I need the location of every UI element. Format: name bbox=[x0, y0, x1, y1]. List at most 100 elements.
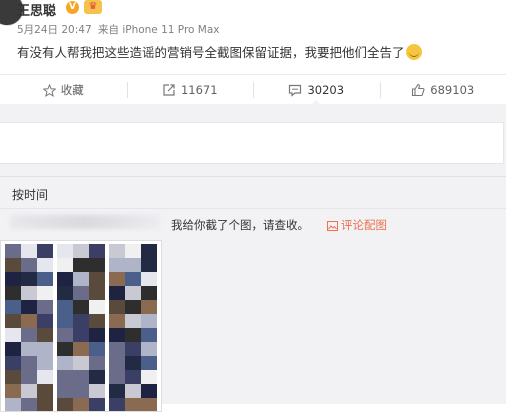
thumbnail-tile bbox=[141, 272, 157, 286]
thumbnail-tile bbox=[141, 286, 157, 300]
thumbnail-tile bbox=[57, 300, 73, 314]
thumbnail-tile bbox=[37, 342, 53, 356]
repost-button[interactable]: 11671 bbox=[127, 75, 254, 105]
comment-item: 我给你截了个图，请查收。 评论配图 bbox=[0, 208, 506, 405]
thumbnail-tile bbox=[5, 314, 21, 328]
thumbnail-tile bbox=[21, 384, 37, 398]
post-date[interactable]: 5月24日 20:47 bbox=[17, 24, 92, 36]
verified-badge-icon: V bbox=[66, 1, 79, 14]
sort-row: 按时间 bbox=[0, 176, 506, 206]
thumbnail-tile bbox=[5, 272, 21, 286]
thumbnail-tile bbox=[125, 258, 141, 272]
thumbnail-tile bbox=[37, 356, 53, 370]
thumbnail-tile bbox=[57, 342, 73, 356]
thumbnail-tile bbox=[21, 286, 37, 300]
thumbnail-tile bbox=[73, 314, 89, 328]
thumbnail-tile bbox=[5, 286, 21, 300]
thumbnail-tile bbox=[89, 370, 105, 384]
thumbnail-tile bbox=[37, 286, 53, 300]
thumbnail-tile bbox=[109, 328, 125, 342]
thumbnail-tile bbox=[125, 272, 141, 286]
thumbnail-tile bbox=[141, 244, 157, 258]
thumbnail-tile bbox=[21, 328, 37, 342]
username[interactable]: 王思聪 bbox=[17, 0, 56, 19]
thumbnail-tile bbox=[73, 384, 89, 398]
sort-by-time-tab[interactable]: 按时间 bbox=[12, 186, 48, 203]
post-source: 来自 iPhone 11 Pro Max bbox=[98, 24, 220, 36]
comment-input[interactable] bbox=[0, 122, 504, 164]
post-text-content: 有没有人帮我把这些造谣的营销号全截图保留证据，我要把他们全告了 bbox=[17, 45, 405, 60]
thumbnail-tile bbox=[125, 300, 141, 314]
thumbnail-tile bbox=[37, 300, 53, 314]
thumbnail-tile bbox=[141, 356, 157, 370]
star-icon bbox=[43, 84, 56, 97]
thumbnail-tile bbox=[73, 272, 89, 286]
thumbnail-tile bbox=[21, 258, 37, 272]
thumbnail-tile bbox=[73, 356, 89, 370]
thumbnail-tile bbox=[109, 314, 125, 328]
thumbnail-tile bbox=[89, 384, 105, 398]
favorite-button[interactable]: 收藏 bbox=[0, 75, 127, 105]
thumbnail-tile bbox=[109, 286, 125, 300]
repost-icon bbox=[162, 83, 176, 97]
commenter-name-blurred bbox=[10, 215, 160, 229]
thumbnail-tile bbox=[5, 300, 21, 314]
thumbnail-tile bbox=[5, 258, 21, 272]
thumbnail-tile bbox=[125, 314, 141, 328]
thumbnail-tile bbox=[57, 384, 73, 398]
smile-emoji-icon bbox=[406, 44, 422, 60]
thumbnail-tile bbox=[89, 258, 105, 272]
thumbnail-tile bbox=[125, 244, 141, 258]
thumbnail-tile bbox=[73, 286, 89, 300]
thumbnail-tile bbox=[89, 272, 105, 286]
thumbnail-tile bbox=[125, 342, 141, 356]
thumbnail-tile bbox=[141, 370, 157, 384]
like-icon bbox=[411, 83, 425, 97]
thumbnail-tile bbox=[109, 272, 125, 286]
thumbnail-tile bbox=[73, 244, 89, 258]
thumbnail-tile bbox=[109, 258, 125, 272]
picture-icon bbox=[327, 221, 338, 231]
thumbnail-tile bbox=[57, 244, 73, 258]
thumbnail-tile bbox=[89, 398, 105, 412]
thumbnail-tile bbox=[109, 244, 125, 258]
thumbnail-tile bbox=[57, 398, 73, 412]
post-header: 王思聪 V ♛ 5月24日 20:47 来自 iPhone 11 Pro Max… bbox=[0, 0, 506, 74]
thumbnail-tile bbox=[109, 384, 125, 398]
thumbnail-tile bbox=[125, 286, 141, 300]
comment-button[interactable]: 30203 bbox=[253, 75, 380, 105]
thumbnail-tile bbox=[5, 244, 21, 258]
thumbnail-tile bbox=[5, 370, 21, 384]
thumbnail-tile bbox=[21, 370, 37, 384]
divider bbox=[0, 176, 506, 177]
thumbnail-tile bbox=[125, 328, 141, 342]
thumbnail-tile bbox=[5, 398, 21, 412]
comment-picture-link[interactable]: 评论配图 bbox=[327, 217, 387, 233]
thumbnail-tile bbox=[73, 300, 89, 314]
action-bar: 收藏 11671 30203 689103 bbox=[0, 74, 506, 106]
thumbnail-tile bbox=[5, 384, 21, 398]
thumbnail-tile bbox=[141, 300, 157, 314]
thumbnail-tile bbox=[89, 286, 105, 300]
thumbnail-tile bbox=[21, 398, 37, 412]
comment-image-thumbnail[interactable] bbox=[0, 240, 162, 412]
thumbnail-tile bbox=[109, 300, 125, 314]
like-button[interactable]: 689103 bbox=[380, 75, 506, 105]
thumbnail-tile bbox=[57, 258, 73, 272]
thumbnail-tile bbox=[73, 370, 89, 384]
thumbnail-tile bbox=[141, 258, 157, 272]
thumbnail-tile bbox=[125, 356, 141, 370]
post-text: 有没有人帮我把这些造谣的营销号全截图保留证据，我要把他们全告了 bbox=[17, 42, 422, 61]
thumbnail-tile bbox=[21, 300, 37, 314]
thumbnail-tile bbox=[109, 398, 125, 412]
thumbnail-tile bbox=[37, 272, 53, 286]
thumbnail-tile bbox=[21, 314, 37, 328]
thumbnail-tile bbox=[37, 398, 53, 412]
favorite-label: 收藏 bbox=[61, 82, 84, 98]
thumbnail-tile bbox=[5, 356, 21, 370]
thumbnail-tile bbox=[109, 356, 125, 370]
thumbnail-tile bbox=[89, 342, 105, 356]
thumbnail-tile bbox=[5, 328, 21, 342]
thumbnail-tile bbox=[109, 370, 125, 384]
thumbnail-tile bbox=[89, 314, 105, 328]
